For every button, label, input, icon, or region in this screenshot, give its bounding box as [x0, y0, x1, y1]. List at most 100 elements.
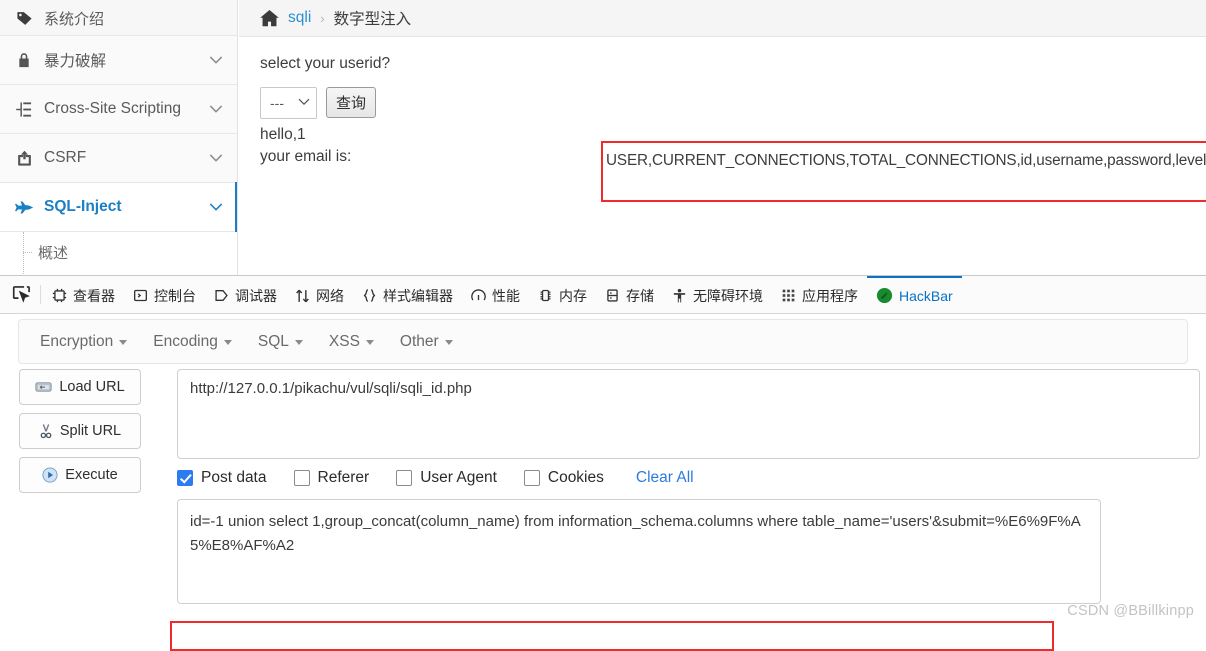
watermark: CSDN @BBillkinpp	[1067, 603, 1194, 619]
menu-other[interactable]: Other	[387, 333, 466, 351]
caret-down-icon	[119, 340, 128, 345]
button-label: Split URL	[59, 423, 122, 439]
option-label: Referer	[317, 469, 370, 486]
tab-memory[interactable]: 内存	[529, 276, 596, 313]
caret-down-icon	[294, 340, 303, 345]
xss-icon	[13, 101, 35, 118]
post-data-line-1: id=-1 union select 1,group_concat(column…	[190, 513, 942, 530]
split-url-button[interactable]: Split URL	[19, 413, 141, 449]
tab-label: 应用程序	[802, 287, 858, 304]
load-url-icon	[35, 380, 52, 394]
tab-label: 存储	[626, 287, 654, 304]
performance-icon	[471, 288, 486, 303]
userid-select[interactable]: ---	[260, 87, 317, 119]
tab-label: 无障碍环境	[693, 287, 763, 304]
referer-checkbox[interactable]	[293, 470, 310, 486]
chevron-down-icon	[298, 97, 310, 109]
chevron-down-icon	[209, 103, 223, 116]
breadcrumb-current: 数字型注入	[333, 11, 412, 28]
play-icon	[42, 467, 58, 483]
tab-performance[interactable]: 性能	[462, 276, 529, 313]
sidebar-item-csrf[interactable]: CSRF	[0, 134, 237, 183]
hackbar-action-buttons: Load URL Split URL Execute	[19, 369, 141, 501]
sidebar-item-label: CSRF	[44, 149, 87, 166]
post-data-highlight-box	[170, 621, 1054, 651]
chevron-down-icon	[209, 54, 223, 67]
tab-storage[interactable]: 存储	[596, 276, 663, 313]
breadcrumb-link-sqli[interactable]: sqli	[288, 9, 311, 27]
style-editor-icon	[362, 288, 377, 303]
button-label: Load URL	[59, 379, 125, 395]
console-icon	[133, 288, 148, 303]
chevron-down-icon	[209, 152, 223, 165]
sidebar-item-sql-inject[interactable]: SQL-Inject	[0, 182, 237, 232]
option-user-agent[interactable]: User Agent	[396, 469, 497, 487]
userid-select-value: ---	[270, 95, 284, 111]
sidebar: 系统介绍 暴力破解 Cross-Site Scripting CSRF SQL-…	[0, 0, 238, 275]
menu-label: Other	[399, 332, 439, 350]
tab-label: 调试器	[235, 287, 277, 304]
sidebar-item-brute-force[interactable]: 暴力破解	[0, 36, 237, 85]
hackbar-menubar: Encryption Encoding SQL XSS Other	[18, 319, 1188, 364]
home-icon[interactable]	[260, 9, 279, 27]
menu-label: SQL	[257, 332, 289, 350]
option-referer[interactable]: Referer	[293, 469, 370, 487]
sidebar-subitem-label: 概述	[38, 244, 69, 262]
post-data-checkbox[interactable]	[177, 470, 193, 486]
storage-icon	[605, 288, 620, 303]
tab-accessibility[interactable]: 无障碍环境	[663, 276, 772, 313]
post-data-input[interactable]: id=-1 union select 1,group_concat(column…	[177, 499, 1101, 604]
plane-icon	[13, 200, 35, 215]
sidebar-subitem-overview[interactable]: 概述	[0, 232, 237, 275]
option-cookies[interactable]: Cookies	[523, 469, 604, 487]
userid-question: select your userid?	[260, 55, 391, 72]
button-label: Execute	[65, 467, 118, 483]
cookies-checkbox[interactable]	[523, 470, 540, 486]
clear-all-link[interactable]: Clear All	[636, 469, 694, 487]
element-picker-icon[interactable]	[4, 276, 38, 313]
tab-label: 性能	[492, 287, 520, 304]
toolbar-divider	[40, 285, 41, 304]
sidebar-item-label: 暴力破解	[44, 53, 107, 70]
caret-down-icon	[365, 340, 374, 345]
option-label: User Agent	[420, 469, 497, 486]
option-post-data[interactable]: Post data	[177, 469, 267, 487]
chevron-down-icon	[209, 201, 223, 214]
menu-label: Encryption	[40, 332, 114, 350]
execute-button[interactable]: Execute	[19, 457, 141, 493]
tab-inspector[interactable]: 查看器	[43, 276, 124, 313]
hackbar-options-row: Post data Referer User Agent Cookies Cle…	[177, 469, 694, 487]
tab-label: 样式编辑器	[383, 287, 453, 304]
menu-encryption[interactable]: Encryption	[27, 333, 140, 351]
query-button[interactable]: 查询	[326, 87, 377, 118]
url-input[interactable]: http://127.0.0.1/pikachu/vul/sqli/sqli_i…	[177, 369, 1200, 459]
sidebar-item-label: Cross-Site Scripting	[44, 100, 181, 117]
sidebar-item-label: 系统介绍	[44, 11, 105, 28]
option-label: Cookies	[547, 469, 604, 486]
tab-hackbar[interactable]: HackBar	[867, 276, 962, 313]
tab-application[interactable]: 应用程序	[772, 276, 867, 313]
tab-label: 控制台	[154, 287, 196, 304]
sidebar-item-cross-site-scripting[interactable]: Cross-Site Scripting	[0, 85, 237, 134]
menu-encoding[interactable]: Encoding	[140, 333, 245, 351]
hackbar-icon	[876, 287, 893, 304]
tab-style-editor[interactable]: 样式编辑器	[353, 276, 462, 313]
email-result-value: USER,CURRENT_CONNECTIONS,TOTAL_CONNECTIO…	[606, 152, 1206, 169]
share-icon	[13, 150, 35, 167]
caret-down-icon	[223, 340, 232, 345]
menu-sql[interactable]: SQL	[245, 333, 316, 351]
network-icon	[295, 288, 310, 304]
inspector-icon	[52, 288, 67, 303]
tab-label: HackBar	[899, 287, 953, 304]
hackbar-body: Load URL Split URL Execute http://127.0.…	[0, 369, 1206, 651]
page-content: sqli › 数字型注入 select your userid? --- 查询 …	[239, 0, 1206, 275]
menu-xss[interactable]: XSS	[316, 333, 387, 351]
tab-debugger[interactable]: 调试器	[205, 276, 286, 313]
tab-console[interactable]: 控制台	[124, 276, 205, 313]
menu-label: XSS	[328, 332, 360, 350]
tab-network[interactable]: 网络	[286, 276, 353, 313]
load-url-button[interactable]: Load URL	[19, 369, 141, 405]
user-agent-checkbox[interactable]	[396, 470, 413, 486]
sidebar-item-system-intro[interactable]: 系统介绍	[0, 0, 237, 36]
memory-icon	[538, 288, 553, 303]
